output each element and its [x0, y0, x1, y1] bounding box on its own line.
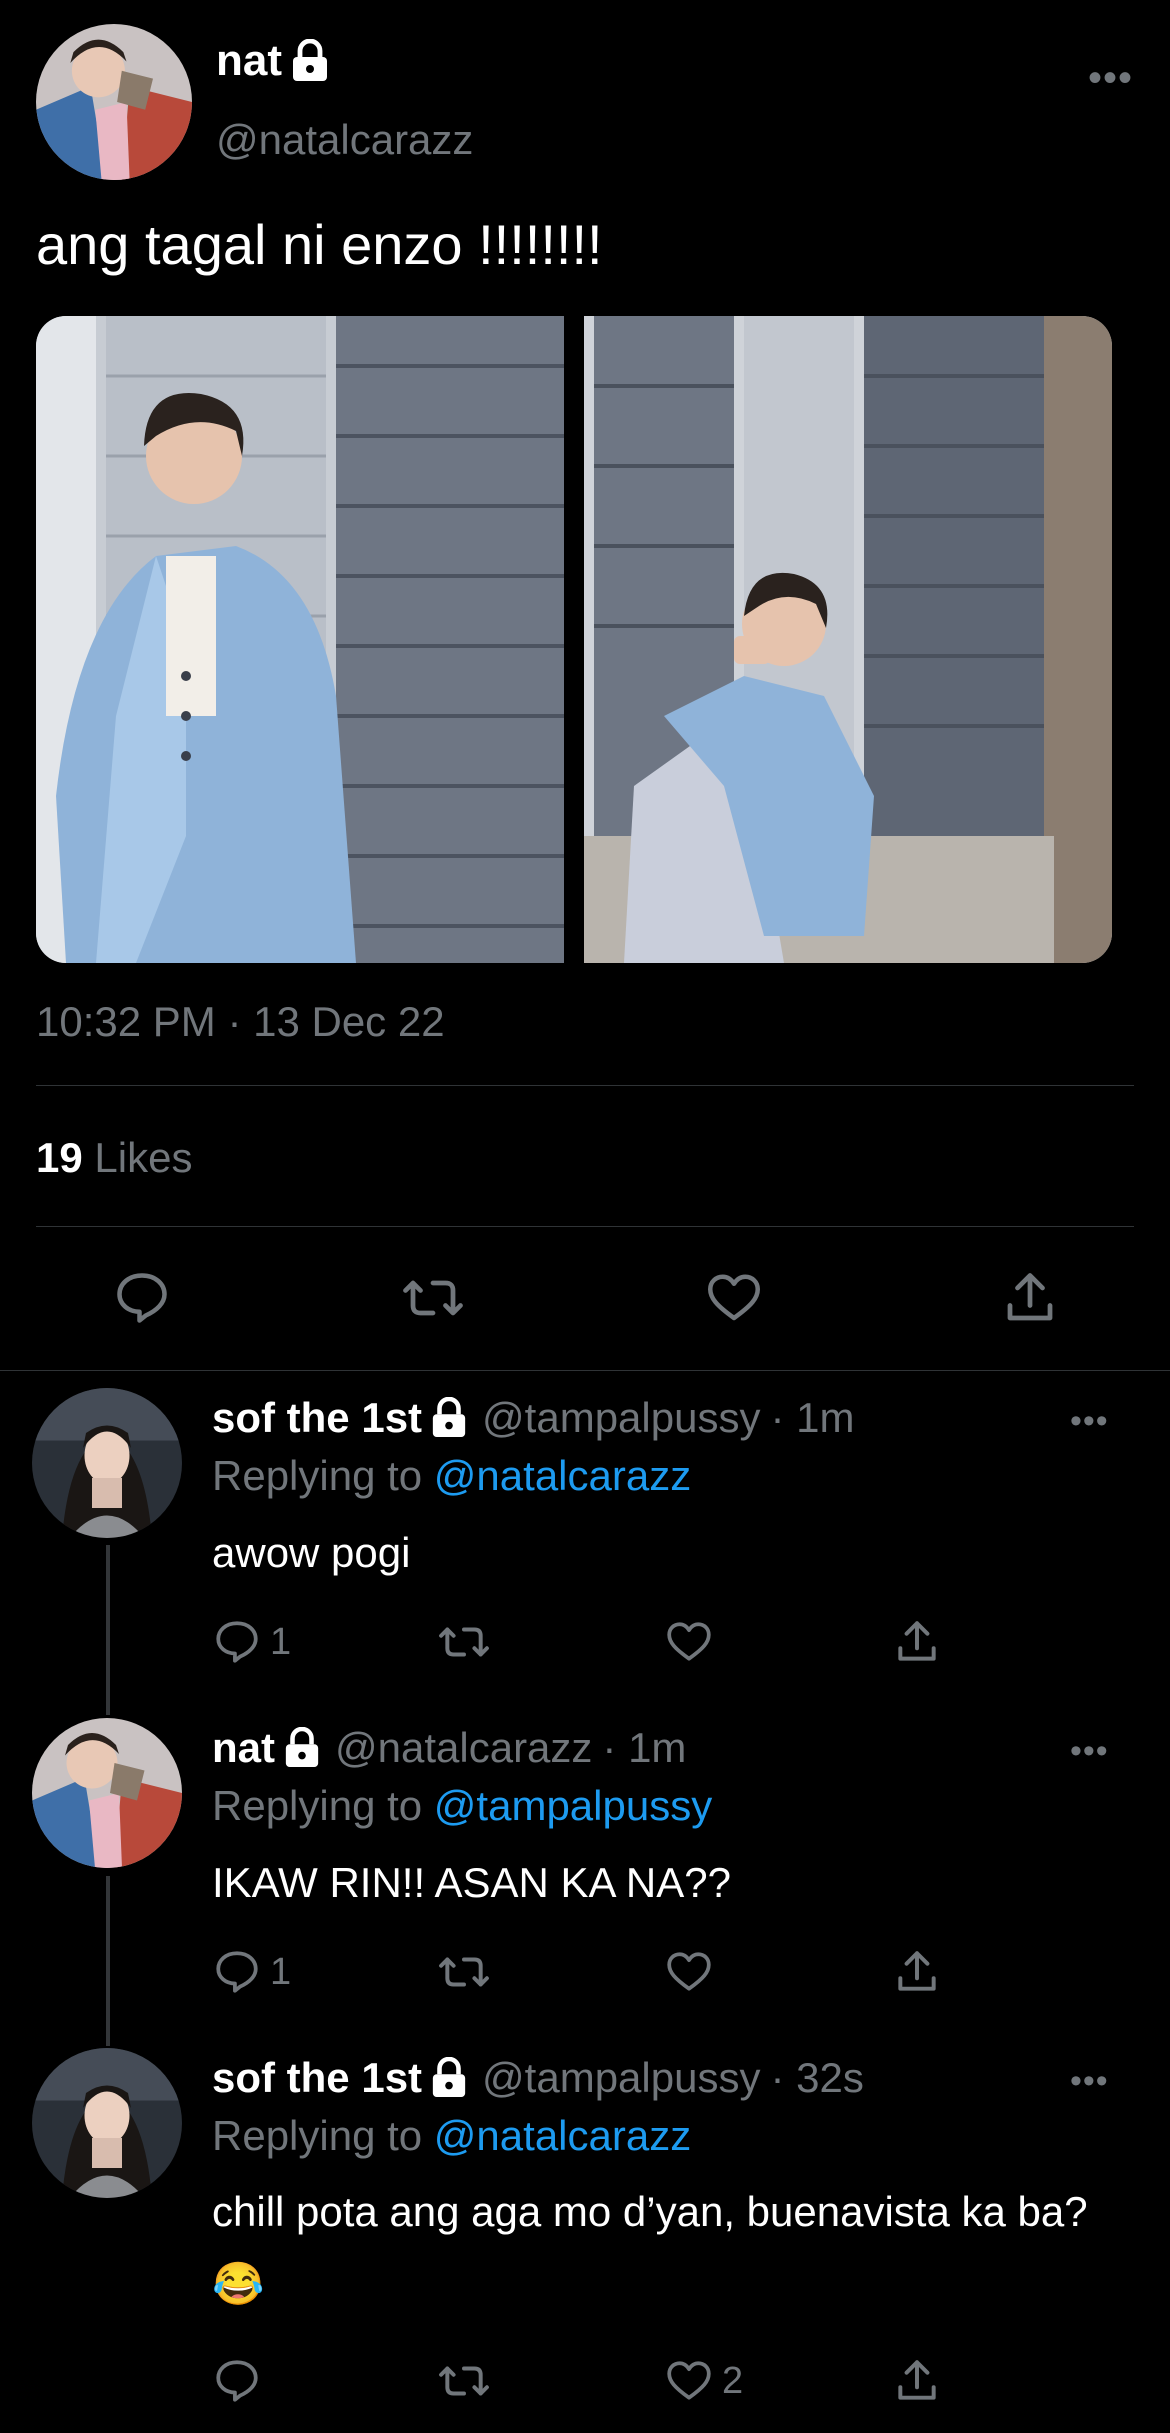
- tweet-photo-1[interactable]: [36, 316, 564, 963]
- reply-time[interactable]: · 1m: [602, 1724, 686, 1772]
- retweet-icon: [403, 1280, 463, 1316]
- replying-to: Replying to @natalcarazz: [212, 2112, 691, 2160]
- share-button[interactable]: [1000, 1268, 1060, 1328]
- more-options-icon[interactable]: •••: [1070, 2064, 1109, 2098]
- likes-count: 19: [36, 1134, 83, 1181]
- section-divider: [0, 1370, 1170, 1371]
- tweet-timestamp[interactable]: 10:32 PM · 13 Dec 22: [36, 998, 445, 1046]
- likes-label: Likes: [94, 1134, 193, 1181]
- lock-icon: [432, 2057, 466, 2097]
- replying-to-label: Replying to: [212, 1452, 423, 1499]
- tweet-text: ang tagal ni enzo !!!!!!!!: [36, 213, 603, 276]
- share-icon: [1007, 1273, 1053, 1321]
- reply-icon: [216, 2360, 258, 2402]
- share-icon: [898, 2360, 936, 2400]
- reply-author-handle[interactable]: @tampalpussy: [482, 1394, 760, 1442]
- share-button[interactable]: [892, 2356, 942, 2406]
- reply-author-name[interactable]: nat: [212, 1724, 275, 1772]
- replying-to: Replying to @natalcarazz: [212, 1452, 691, 1500]
- share-icon: [898, 1951, 936, 1991]
- lock-icon: [285, 1727, 319, 1767]
- avatar-image: [32, 1718, 182, 1868]
- author-name[interactable]: nat: [216, 36, 330, 86]
- photo-image: [36, 316, 564, 963]
- heart-icon: [667, 1952, 711, 1991]
- like-button[interactable]: [664, 1947, 722, 1997]
- reply-avatar[interactable]: [32, 2048, 182, 2198]
- like-button[interactable]: [704, 1268, 764, 1328]
- reply-button[interactable]: 1: [212, 1617, 291, 1667]
- reply-avatar[interactable]: [32, 1388, 182, 1538]
- retweet-button[interactable]: [400, 1268, 466, 1328]
- author-handle[interactable]: @natalcarazz: [216, 116, 473, 164]
- retweet-icon: [439, 1957, 489, 1987]
- heart-icon: [667, 1622, 711, 1661]
- thread-line: [106, 1545, 110, 1715]
- like-count: 2: [722, 2359, 744, 2402]
- reply-author-handle[interactable]: @natalcarazz: [335, 1724, 592, 1772]
- replying-to-mention[interactable]: @tampalpussy: [434, 1782, 712, 1829]
- photo-image: [584, 316, 1112, 963]
- replying-to-mention[interactable]: @natalcarazz: [434, 2112, 691, 2159]
- share-button[interactable]: [892, 1617, 942, 1667]
- more-options-icon[interactable]: •••: [1070, 1404, 1109, 1438]
- avatar-image: [36, 24, 192, 180]
- reply-button[interactable]: [112, 1268, 172, 1328]
- reply-icon: [117, 1273, 167, 1323]
- retweet-button[interactable]: [436, 1947, 492, 1997]
- retweet-icon: [439, 1627, 489, 1657]
- replying-to-label: Replying to: [212, 1782, 423, 1829]
- more-options-icon[interactable]: •••: [1088, 58, 1133, 98]
- divider: [36, 1085, 1134, 1086]
- reply-author-name[interactable]: sof the 1st: [212, 1394, 422, 1442]
- like-button[interactable]: 2: [664, 2356, 743, 2406]
- share-button[interactable]: [892, 1947, 942, 1997]
- heart-icon: [708, 1274, 760, 1321]
- lock-icon: [293, 39, 327, 81]
- thread-line: [106, 1876, 110, 2046]
- replying-to-label: Replying to: [212, 2112, 423, 2159]
- reply-icon: [216, 1951, 258, 1993]
- reply-time[interactable]: · 1m: [770, 1394, 854, 1442]
- replying-to: Replying to @tampalpussy: [212, 1782, 712, 1830]
- retweet-button[interactable]: [436, 2356, 492, 2406]
- like-button[interactable]: [664, 1617, 722, 1667]
- reply-avatar[interactable]: [32, 1718, 182, 1868]
- reply-time[interactable]: · 32s: [770, 2054, 863, 2102]
- reply-text: chill pota ang aga mo d’yan, buenavista …: [212, 2188, 1088, 2307]
- avatar-image: [32, 2048, 182, 2198]
- replying-to-mention[interactable]: @natalcarazz: [434, 1452, 691, 1499]
- reply-button[interactable]: 1: [212, 1947, 291, 1997]
- heart-icon: [667, 2361, 711, 2400]
- reply-text: IKAW RIN!! ASAN KA NA??: [212, 1859, 731, 1906]
- reply-count: 1: [270, 1950, 292, 1993]
- reply-icon: [216, 1621, 258, 1663]
- author-avatar[interactable]: [36, 24, 192, 180]
- reply-author-handle[interactable]: @tampalpussy: [482, 2054, 760, 2102]
- avatar-image: [32, 1388, 182, 1538]
- more-options-icon[interactable]: •••: [1070, 1734, 1109, 1768]
- reply-count: 1: [270, 1620, 292, 1663]
- reply-text: awow pogi: [212, 1529, 411, 1576]
- reply-author-name[interactable]: sof the 1st: [212, 2054, 422, 2102]
- likes-stat[interactable]: 19 Likes: [36, 1134, 192, 1182]
- share-icon: [898, 1621, 936, 1661]
- divider: [36, 1226, 1134, 1227]
- reply-button[interactable]: [212, 2356, 270, 2406]
- tweet-photo-2[interactable]: [584, 316, 1112, 963]
- retweet-icon: [439, 2366, 489, 2396]
- retweet-button[interactable]: [436, 1617, 492, 1667]
- lock-icon: [432, 1397, 466, 1437]
